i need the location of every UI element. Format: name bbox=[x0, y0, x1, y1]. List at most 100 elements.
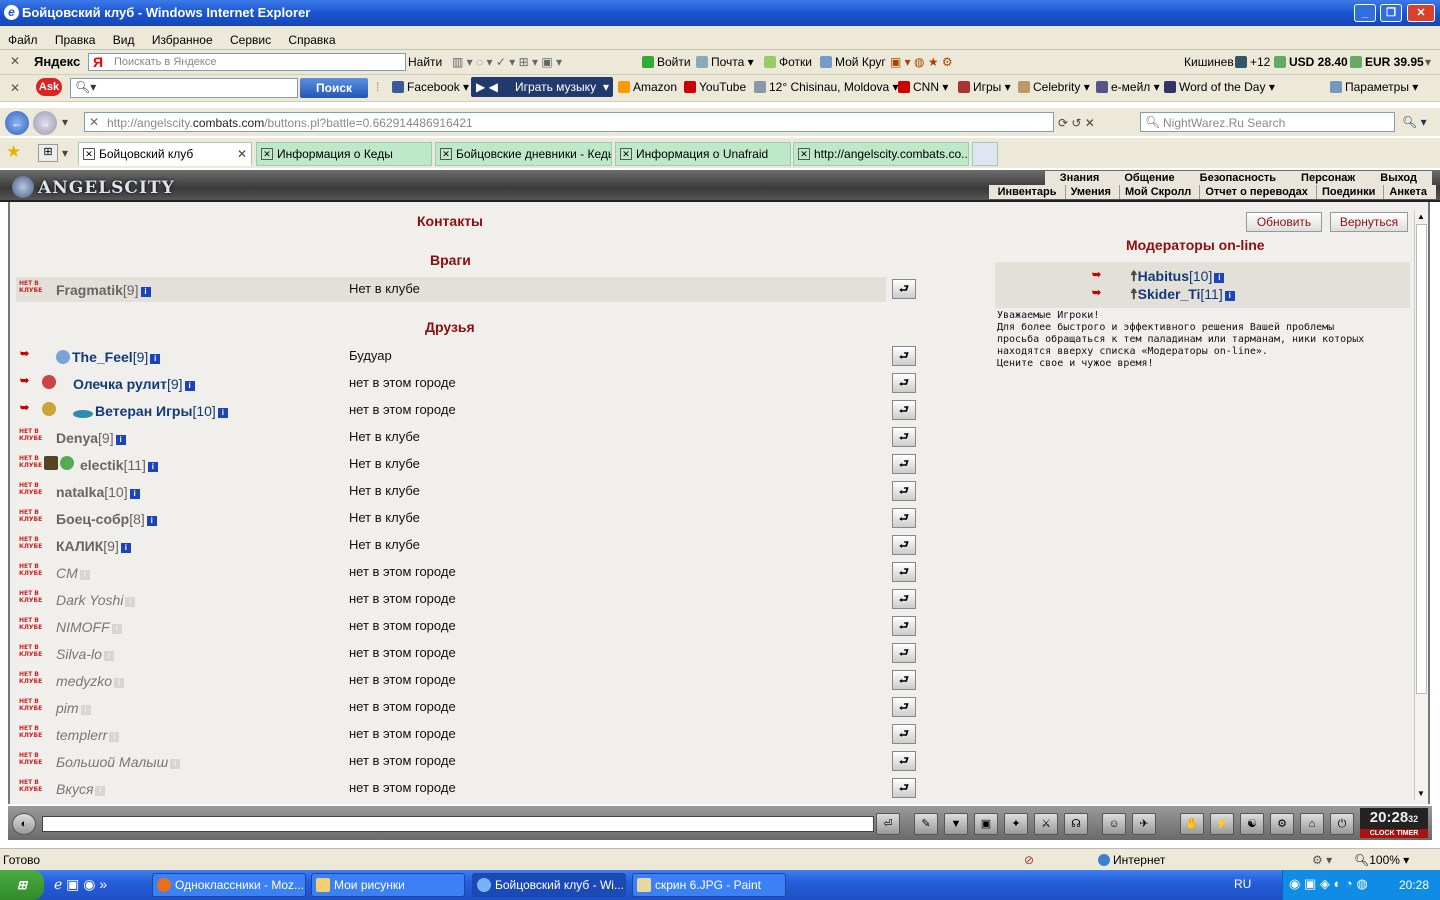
send-message-button[interactable]: ⮐ bbox=[892, 616, 916, 636]
security-icon[interactable]: ⚙ ▾ bbox=[1312, 853, 1332, 867]
forward-button[interactable]: → bbox=[33, 111, 57, 135]
tab-info-unafraid[interactable]: ✕ Информация о Unafraid bbox=[615, 142, 791, 166]
send-message-button[interactable]: ⮐ bbox=[892, 643, 916, 663]
info-icon[interactable]: i bbox=[184, 381, 195, 391]
info-icon[interactable]: i bbox=[115, 435, 126, 445]
yandex-find-button[interactable]: Найти bbox=[408, 55, 442, 69]
info-icon[interactable]: i bbox=[95, 786, 106, 796]
info-icon[interactable]: i bbox=[140, 287, 151, 297]
tray-icons[interactable]: ◉ ▣ ◈ ◐ ◔ ◍ bbox=[1289, 876, 1368, 892]
nav-profile[interactable]: Анкета bbox=[1383, 185, 1432, 199]
back-button[interactable]: ← bbox=[5, 111, 29, 135]
info-icon[interactable]: i bbox=[80, 705, 91, 715]
nav-security[interactable]: Безопасность bbox=[1189, 171, 1287, 185]
yandex-mail-link[interactable]: Почта ▾ bbox=[696, 55, 754, 69]
send-message-button[interactable]: ⮐ bbox=[892, 508, 916, 528]
send-message-button[interactable]: ⮐ bbox=[892, 279, 916, 299]
celebrity-link[interactable]: Celebrity ▾ bbox=[1018, 80, 1090, 94]
chat-tool-icon[interactable]: ⏻ bbox=[1330, 813, 1354, 835]
games-link[interactable]: Игры ▾ bbox=[958, 80, 1011, 94]
contact-name[interactable]: Олечка рулит[9] i bbox=[73, 376, 195, 392]
send-message-button[interactable]: ⮐ bbox=[892, 481, 916, 501]
contact-name[interactable]: NIMOFF i bbox=[56, 619, 122, 635]
zoom-level[interactable]: 🔍︎100% ▾ bbox=[1354, 853, 1409, 867]
nav-knowledge[interactable]: Знания bbox=[1049, 171, 1110, 185]
task-paint[interactable]: скрин 6.JPG - Paint bbox=[632, 873, 786, 897]
send-message-button[interactable]: ⮐ bbox=[892, 562, 916, 582]
tab-angelscity[interactable]: ✕ http://angelscity.combats.co... bbox=[793, 142, 969, 166]
menu-edit[interactable]: Правка bbox=[47, 26, 102, 47]
ask-brand[interactable]: Ask bbox=[36, 78, 62, 96]
send-message-button[interactable]: ⮐ bbox=[892, 400, 916, 420]
task-my-pictures[interactable]: Мои рисунки bbox=[311, 873, 465, 897]
send-message-button[interactable]: ⮐ bbox=[892, 454, 916, 474]
private-message-icon[interactable]: ➥ bbox=[1092, 286, 1101, 299]
contact-name[interactable]: electik[11] i bbox=[80, 457, 158, 473]
yandex-login-link[interactable]: Войти bbox=[642, 55, 691, 69]
close-ask-toolbar-icon[interactable]: ✕ bbox=[10, 81, 20, 95]
search-go-icon[interactable]: 🔍︎ ▾ bbox=[1402, 115, 1427, 129]
task-fight-club[interactable]: Бойцовский клуб - Wi... bbox=[472, 873, 626, 897]
chat-tool-icon[interactable]: ✦ bbox=[1004, 813, 1028, 835]
contact-name[interactable]: Denya[9] i bbox=[56, 430, 126, 446]
ask-search-input[interactable]: 🔍︎▾ bbox=[70, 78, 298, 98]
send-message-button[interactable]: ⮐ bbox=[892, 778, 916, 798]
quick-tabs-icon[interactable]: ⊞ bbox=[38, 144, 58, 162]
nav-exit[interactable]: Выход bbox=[1369, 171, 1428, 185]
settings-link[interactable]: Параметры ▾ bbox=[1330, 80, 1418, 94]
moderator-item[interactable]: ➥ ☨Habitus[10] i bbox=[1092, 268, 1225, 285]
history-dropdown-icon[interactable]: ▾ bbox=[62, 115, 68, 129]
chat-input[interactable] bbox=[42, 816, 874, 832]
chat-tool-icon[interactable]: ☊ bbox=[1064, 813, 1088, 835]
chat-tool-icon[interactable]: ⚙ bbox=[1270, 813, 1294, 835]
send-message-button[interactable]: ⮐ bbox=[892, 697, 916, 717]
menu-file[interactable]: Файл bbox=[0, 26, 44, 47]
info-icon[interactable]: i bbox=[111, 624, 122, 634]
yandex-search-input[interactable]: Я Поискать в Яндексе bbox=[88, 53, 406, 71]
contact-name[interactable]: Dark Yoshi i bbox=[56, 592, 136, 608]
toolbar-icons[interactable]: ▥ ▾ ◌ ▾ ✓ ▾ ⊞ ▾ ▣ ▾ bbox=[452, 55, 562, 69]
contact-name[interactable]: Вкуся i bbox=[56, 781, 106, 797]
contact-name[interactable]: КАЛИК[9] i bbox=[56, 538, 131, 554]
contact-name[interactable]: Silva-lo i bbox=[56, 646, 114, 662]
chat-tool-icon[interactable]: ☺ bbox=[1102, 813, 1126, 835]
chat-tool-icon[interactable]: ✋ bbox=[1180, 813, 1204, 835]
contact-name[interactable]: CM i bbox=[56, 565, 90, 581]
send-message-button[interactable]: ⮐ bbox=[892, 670, 916, 690]
address-bar[interactable]: ✕ http://angelscity.combats.com/buttons.… bbox=[84, 112, 1054, 132]
menu-favorites[interactable]: Избранное bbox=[144, 26, 219, 47]
info-icon[interactable]: i bbox=[217, 408, 228, 418]
quicklaunch-icons[interactable]: ℯ ▣ ◉ » bbox=[54, 876, 107, 893]
info-icon[interactable]: i bbox=[147, 462, 158, 472]
contact-name[interactable]: Fragmatik[9] i bbox=[56, 282, 151, 298]
info-icon[interactable]: i bbox=[120, 543, 131, 553]
info-icon[interactable]: i bbox=[79, 570, 90, 580]
info-icon[interactable]: i bbox=[103, 651, 114, 661]
contact-name[interactable]: natalka[10] i bbox=[56, 484, 140, 500]
send-message-button[interactable]: ⮐ bbox=[892, 535, 916, 555]
info-icon[interactable]: i bbox=[109, 732, 120, 742]
contact-name[interactable]: templerr i bbox=[56, 727, 120, 743]
nav-skills[interactable]: Умения bbox=[1064, 185, 1116, 199]
ask-search-button[interactable]: Поиск bbox=[300, 78, 368, 98]
yandex-brand[interactable]: Яндекс bbox=[34, 54, 80, 69]
chat-tool-icon[interactable]: ▣ bbox=[974, 813, 998, 835]
private-message-icon[interactable]: ➥ bbox=[20, 401, 29, 414]
yandex-photos-link[interactable]: Фотки bbox=[764, 55, 812, 69]
vertical-scrollbar[interactable]: ▲ ▼ bbox=[1414, 210, 1428, 800]
minimize-button[interactable]: _ bbox=[1354, 4, 1376, 22]
private-message-icon[interactable]: ➥ bbox=[20, 374, 29, 387]
close-toolbar-icon[interactable]: ✕ bbox=[10, 54, 20, 68]
private-message-icon[interactable]: ➥ bbox=[1092, 268, 1101, 281]
youtube-link[interactable]: YouTube bbox=[684, 80, 746, 94]
new-tab-button[interactable] bbox=[972, 142, 998, 166]
send-message-button[interactable]: ⮐ bbox=[892, 751, 916, 771]
refresh-button[interactable]: Обновить bbox=[1246, 212, 1322, 232]
task-odnoklassniki[interactable]: Одноклассники - Moz... bbox=[152, 873, 306, 897]
send-message-button[interactable]: ⮐ bbox=[892, 346, 916, 366]
chat-tool-icon[interactable]: ✎ bbox=[914, 813, 938, 835]
info-icon[interactable]: i bbox=[146, 516, 157, 526]
private-message-icon[interactable]: ➥ bbox=[20, 347, 29, 360]
email-link[interactable]: e-мейл ▾ bbox=[1096, 80, 1160, 94]
chat-mode-icon[interactable]: ◐ bbox=[12, 813, 36, 835]
